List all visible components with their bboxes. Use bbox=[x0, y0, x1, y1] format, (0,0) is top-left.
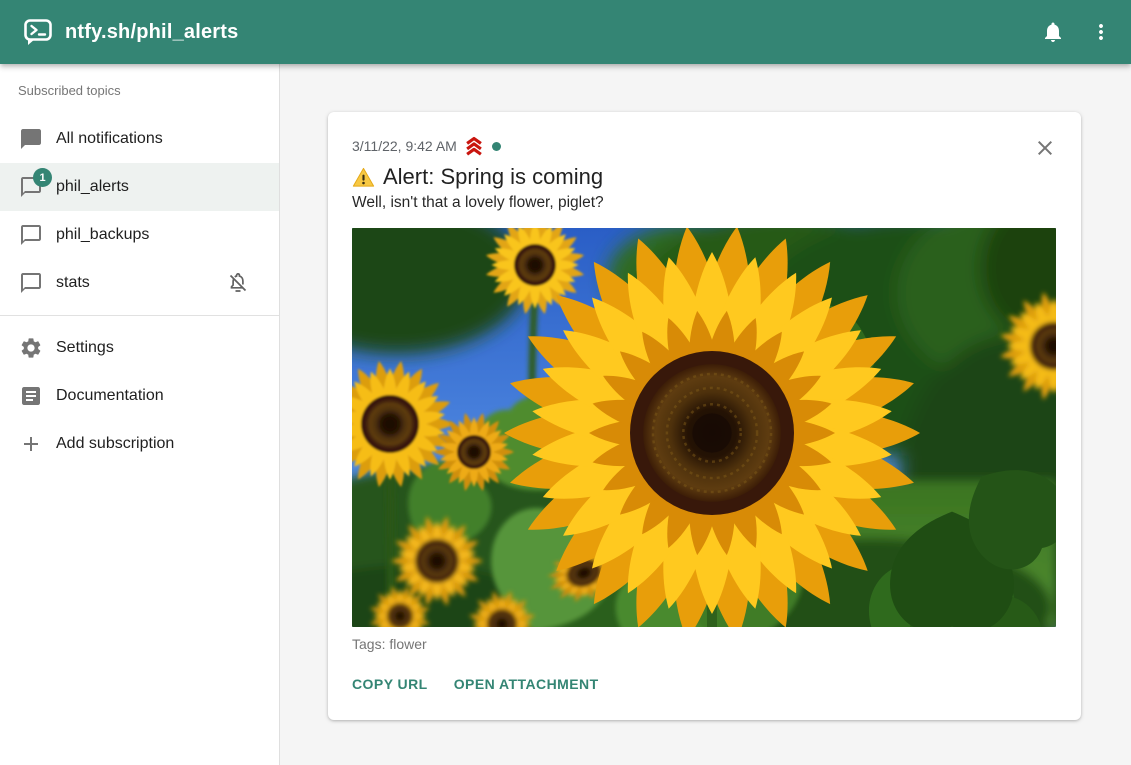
chat-bubble-filled-icon bbox=[19, 127, 43, 151]
close-notification-button[interactable] bbox=[1033, 136, 1057, 160]
sidebar-item-label: Documentation bbox=[56, 387, 164, 405]
subscribed-topics-label: Subscribed topics bbox=[0, 64, 279, 115]
sidebar-divider bbox=[0, 315, 279, 316]
tags-line: Tags: flower bbox=[352, 636, 1057, 652]
notification-title: Alert: Spring is coming bbox=[383, 164, 603, 190]
main-content: 3/11/22, 9:42 AM Alert: Spring is coming… bbox=[280, 64, 1131, 765]
gear-icon bbox=[19, 336, 43, 360]
sidebar-item-all-notifications[interactable]: All notifications bbox=[0, 115, 279, 163]
app-bar: ntfy.sh/phil_alerts bbox=[0, 0, 1131, 64]
chat-bubble-outline-icon bbox=[19, 271, 43, 295]
notification-title-row: Alert: Spring is coming bbox=[352, 164, 1057, 190]
unread-count-badge: 1 bbox=[33, 168, 52, 187]
sidebar-item-label: stats bbox=[56, 274, 90, 292]
chat-bubble-outline-icon: 1 bbox=[19, 175, 43, 199]
sidebar-item-label: All notifications bbox=[56, 130, 163, 148]
notification-card: 3/11/22, 9:42 AM Alert: Spring is coming… bbox=[328, 112, 1081, 720]
sidebar-item-label: Settings bbox=[56, 339, 114, 357]
sidebar-item-label: phil_backups bbox=[56, 226, 149, 244]
sidebar-item-phil-alerts[interactable]: 1 phil_alerts bbox=[0, 163, 279, 211]
sidebar-item-stats[interactable]: stats bbox=[0, 259, 279, 307]
sidebar-item-label: Add subscription bbox=[56, 435, 174, 453]
ntfy-logo-terminal-icon bbox=[23, 17, 53, 47]
sidebar-item-label: phil_alerts bbox=[56, 178, 129, 196]
kebab-menu-icon bbox=[1089, 20, 1113, 44]
sidebar-item-add-subscription[interactable]: Add subscription bbox=[0, 420, 279, 468]
sidebar-item-documentation[interactable]: Documentation bbox=[0, 372, 279, 420]
chat-bubble-outline-icon bbox=[19, 223, 43, 247]
sidebar-item-phil-backups[interactable]: phil_backups bbox=[0, 211, 279, 259]
page-title: ntfy.sh/phil_alerts bbox=[65, 21, 238, 44]
priority-max-icon bbox=[463, 135, 485, 157]
open-attachment-button[interactable]: OPEN ATTACHMENT bbox=[446, 668, 607, 700]
warning-icon bbox=[352, 166, 375, 189]
notification-actions: COPY URL OPEN ATTACHMENT bbox=[344, 668, 1057, 700]
attachment-image-sunflowers[interactable] bbox=[352, 228, 1056, 627]
notification-meta: 3/11/22, 9:42 AM bbox=[352, 136, 1057, 156]
notifications-off-icon bbox=[226, 271, 250, 295]
notifications-bell-button[interactable] bbox=[1029, 8, 1077, 56]
article-icon bbox=[19, 384, 43, 408]
bell-icon bbox=[1041, 20, 1065, 44]
unread-dot bbox=[492, 142, 501, 151]
timestamp: 3/11/22, 9:42 AM bbox=[352, 138, 457, 154]
close-icon bbox=[1033, 136, 1057, 160]
sidebar: Subscribed topics All notifications 1 ph… bbox=[0, 64, 280, 765]
notification-body: Well, isn't that a lovely flower, piglet… bbox=[352, 194, 1057, 212]
copy-url-button[interactable]: COPY URL bbox=[344, 668, 436, 700]
kebab-menu-button[interactable] bbox=[1077, 8, 1125, 56]
plus-icon bbox=[19, 432, 43, 456]
sidebar-item-settings[interactable]: Settings bbox=[0, 324, 279, 372]
